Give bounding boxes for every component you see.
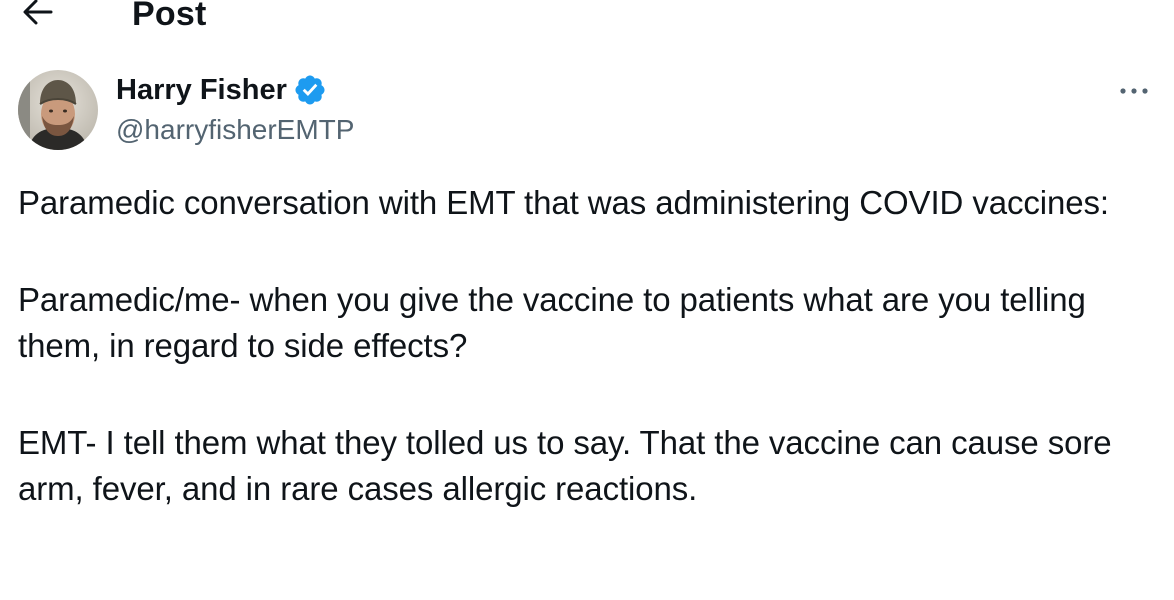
more-options-button[interactable] [1114, 76, 1154, 106]
more-horizontal-icon [1119, 82, 1149, 100]
post-paragraph: Paramedic conversation with EMT that was… [18, 184, 1109, 221]
post-author: Harry Fisher @harryfisherEMTP [18, 70, 1154, 152]
post-text: Paramedic conversation with EMT that was… [18, 180, 1138, 563]
author-name-row[interactable]: Harry Fisher [116, 72, 327, 108]
back-button[interactable] [18, 0, 58, 32]
post-paragraph: Paramedic/me- when you give the vaccine … [18, 281, 1086, 364]
post-header: Post [0, 0, 1174, 40]
page-title: Post [132, 0, 207, 33]
author-handle[interactable]: @harryfisherEMTP [116, 112, 354, 148]
post-paragraph: EMT- I tell them what they tolled us to … [18, 424, 1112, 507]
author-display-name: Harry Fisher [116, 74, 287, 106]
verified-badge-icon [293, 73, 327, 107]
avatar[interactable] [18, 70, 98, 150]
arrow-left-icon [21, 0, 55, 32]
